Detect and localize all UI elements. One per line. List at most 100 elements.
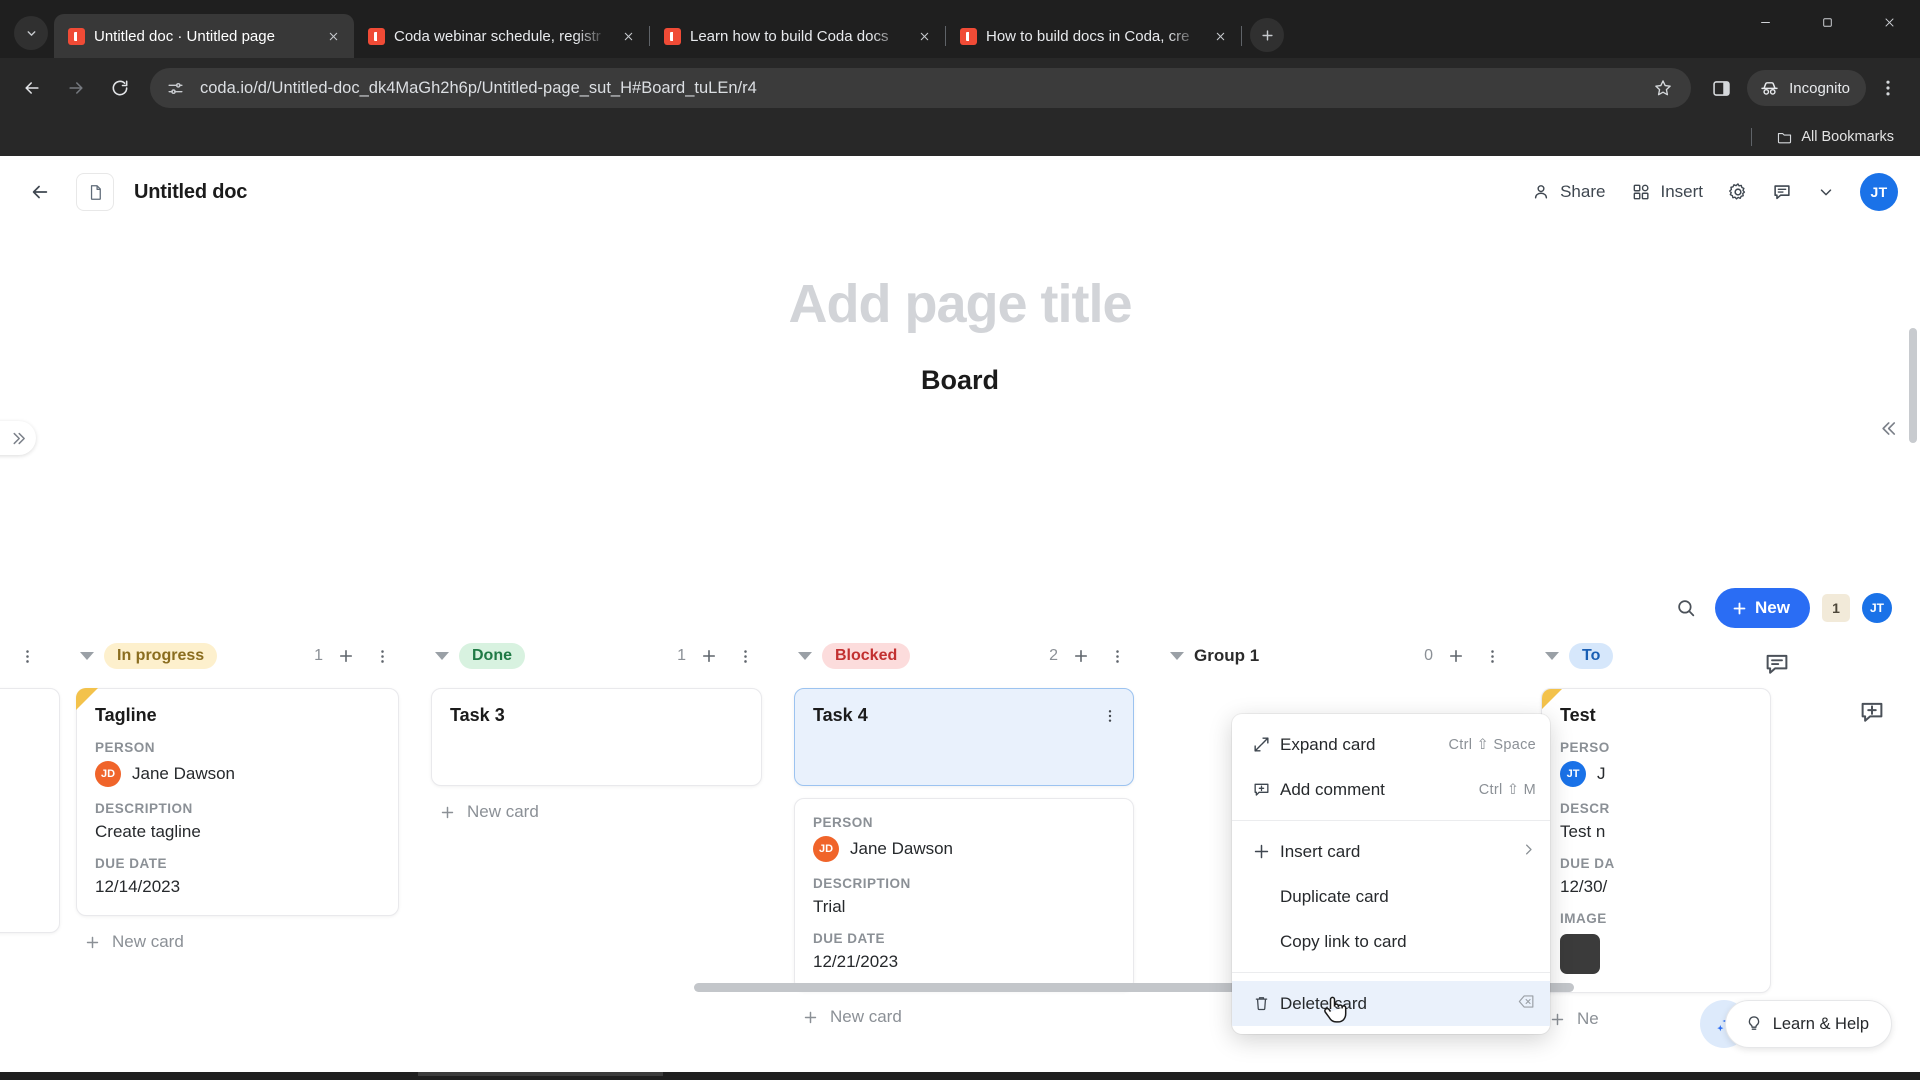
share-label: Share <box>1560 182 1606 201</box>
context-menu-item-copy-link-to-card[interactable]: Copy link to card <box>1232 919 1550 964</box>
header-more-button[interactable] <box>1806 172 1846 212</box>
new-tab-button[interactable] <box>1250 18 1284 52</box>
card-comment-button[interactable] <box>1757 646 1797 682</box>
board-column-0: 1 sign <box>0 634 60 1080</box>
incognito-indicator[interactable]: Incognito <box>1747 70 1866 106</box>
board-search-button[interactable] <box>1669 591 1703 625</box>
coda-favicon-icon <box>68 27 85 45</box>
window-close-button[interactable] <box>1858 0 1920 44</box>
column-collapse-caret[interactable] <box>798 652 812 660</box>
context-menu-item-expand-card[interactable]: Expand card Ctrl ⇧ Space <box>1232 722 1550 767</box>
column-status-pill[interactable]: To <box>1569 643 1614 669</box>
board-card-selected[interactable]: Task 4 <box>794 688 1134 786</box>
browser-tab-2[interactable]: Learn how to build Coda docs <box>650 14 945 58</box>
back-arrow-icon <box>25 82 39 94</box>
insert-button[interactable]: Insert <box>1620 174 1714 210</box>
board-heading[interactable]: Board <box>0 365 1920 396</box>
tab-close-button[interactable] <box>913 25 935 47</box>
three-dot-menu-icon <box>1108 710 1112 722</box>
side-panel-button[interactable] <box>1699 66 1743 110</box>
board-card[interactable]: Test PERSO JT J DESCR Test n DUE DA 12/3… <box>1541 688 1771 993</box>
new-card-button[interactable]: New <box>1715 588 1810 628</box>
board-card[interactable]: Task 3 <box>431 688 762 786</box>
column-add-card-button[interactable] <box>333 643 359 669</box>
context-menu-item-add-comment[interactable]: Add comment Ctrl ⇧ M <box>1232 767 1550 812</box>
backspace-icon <box>1517 992 1536 1015</box>
tab-search-button[interactable] <box>14 16 48 50</box>
all-bookmarks-button[interactable]: All Bookmarks <box>1768 125 1902 150</box>
doc-file-icon[interactable] <box>76 173 114 211</box>
column-header: Done 1 <box>431 634 762 678</box>
context-menu-shortcut: Ctrl ⇧ Space <box>1448 736 1536 753</box>
back-button[interactable] <box>10 66 54 110</box>
board-user-avatar[interactable]: JT <box>1862 593 1892 623</box>
side-panel-icon <box>1712 80 1730 96</box>
column-collapse-caret[interactable] <box>435 652 449 660</box>
add-comment-button[interactable] <box>1852 694 1892 730</box>
browser-tab-1[interactable]: Coda webinar schedule, registr <box>354 14 649 58</box>
collapse-panel-button[interactable] <box>1872 411 1906 445</box>
learn-and-help-button[interactable]: Learn & Help <box>1724 1000 1892 1048</box>
close-icon <box>920 32 928 40</box>
settings-button[interactable] <box>1718 172 1758 212</box>
tab-close-button[interactable] <box>322 25 344 47</box>
card-field-label: DUE DATE <box>813 931 886 946</box>
reload-button[interactable] <box>98 66 142 110</box>
board-card[interactable]: PERSON JD Jane Dawson DESCRIPTION Trial … <box>794 798 1134 991</box>
browser-tab-3[interactable]: How to build docs in Coda, cre <box>946 14 1241 58</box>
new-card-link[interactable]: New card <box>431 786 762 822</box>
column-status-pill[interactable]: Blocked <box>822 643 911 669</box>
context-menu-item-insert-card[interactable]: Insert card <box>1232 829 1550 874</box>
column-menu-button[interactable] <box>1479 643 1505 669</box>
card-context-menu: Expand card Ctrl ⇧ Space Add comment Ctr… <box>1232 714 1550 1034</box>
column-add-card-button[interactable] <box>696 643 722 669</box>
card-field-value: 12/21/2023 <box>813 952 899 971</box>
tab-close-button[interactable] <box>1209 25 1231 47</box>
column-add-card-button[interactable] <box>0 643 4 669</box>
column-add-card-button[interactable] <box>1443 643 1469 669</box>
new-card-label: New card <box>112 932 184 951</box>
bookmark-star-button[interactable] <box>1649 74 1677 102</box>
new-card-link[interactable]: New card <box>76 916 399 952</box>
board-card[interactable]: Tagline PERSON JD Jane Dawson DESCRIPTIO… <box>76 688 399 916</box>
column-menu-button[interactable] <box>14 643 40 669</box>
forward-button[interactable] <box>54 66 98 110</box>
board-card[interactable]: sign <box>0 688 60 933</box>
share-button[interactable]: Share <box>1520 174 1616 210</box>
page-title-placeholder[interactable]: Add page title <box>788 273 1132 335</box>
column-menu-button[interactable] <box>369 643 395 669</box>
doc-back-button[interactable] <box>20 172 60 212</box>
card-menu-button[interactable] <box>1099 703 1121 729</box>
column-add-card-button[interactable] <box>1068 643 1094 669</box>
card-image-thumbnail[interactable] <box>1560 934 1600 974</box>
tab-title: Coda webinar schedule, registr <box>394 27 601 45</box>
user-avatar[interactable]: JT <box>1860 173 1898 211</box>
site-settings-icon[interactable] <box>166 78 186 98</box>
column-status-pill[interactable]: In progress <box>104 643 218 669</box>
all-bookmarks-label: All Bookmarks <box>1801 129 1894 145</box>
comments-button[interactable] <box>1762 172 1802 212</box>
browser-tab-0[interactable]: Untitled doc · Untitled page <box>54 14 354 58</box>
vertical-scrollbar[interactable] <box>1909 328 1917 443</box>
window-minimize-button[interactable] <box>1734 0 1796 44</box>
context-menu-item-delete-card[interactable]: Delete card <box>1232 981 1550 1026</box>
context-menu-item-duplicate-card[interactable]: Duplicate card <box>1232 874 1550 919</box>
column-collapse-caret[interactable] <box>1545 652 1559 660</box>
new-button-label: New <box>1755 598 1790 617</box>
browser-menu-button[interactable] <box>1866 66 1910 110</box>
column-status-pill[interactable]: Done <box>459 643 525 669</box>
collaborator-count-badge[interactable]: 1 <box>1822 594 1850 622</box>
expand-sidebar-button[interactable] <box>0 421 36 455</box>
plus-icon <box>804 1011 817 1023</box>
column-label[interactable]: Group 1 <box>1194 646 1259 666</box>
person-name: Jane Dawson <box>850 839 954 858</box>
column-collapse-caret[interactable] <box>1170 652 1184 660</box>
tab-close-button[interactable] <box>617 25 639 47</box>
add-comment-icon <box>1861 702 1883 722</box>
column-menu-button[interactable] <box>1104 643 1130 669</box>
column-collapse-caret[interactable] <box>80 652 94 660</box>
window-maximize-button[interactable] <box>1796 0 1858 44</box>
address-bar[interactable]: coda.io/d/Untitled-doc_dk4MaGh2h6p/Untit… <box>150 68 1692 108</box>
column-menu-button[interactable] <box>732 643 758 669</box>
new-card-link[interactable]: New card <box>794 991 1134 1027</box>
